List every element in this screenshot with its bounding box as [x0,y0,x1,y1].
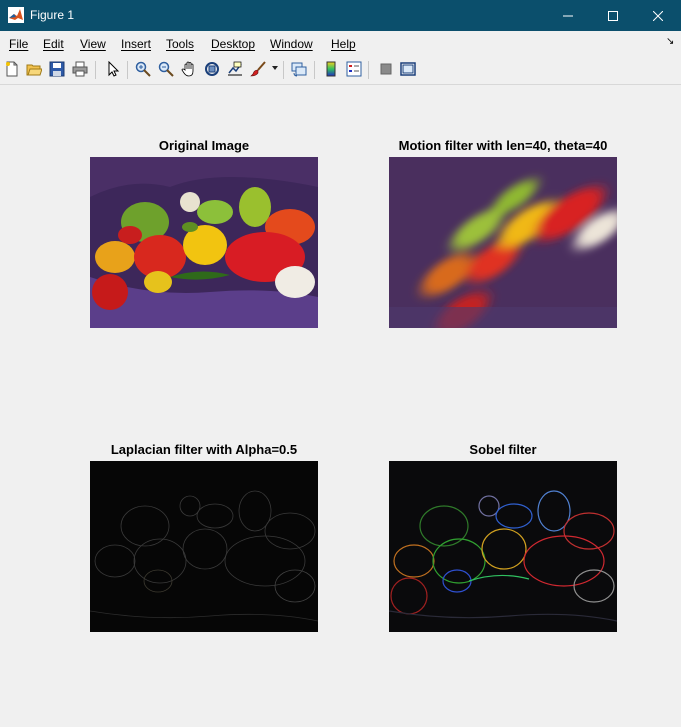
pan-icon [181,61,194,77]
title-bar: Figure 1 [0,0,681,31]
zoom-out-icon [158,61,174,77]
subplot-title-original: Original Image [158,138,250,153]
menu-tools[interactable]: Tools [166,37,194,51]
menu-help[interactable]: Help [331,37,356,51]
toolbar-separator [314,61,315,79]
brush-icon [250,61,266,77]
menu-view[interactable]: View [80,37,106,51]
data-cursor-icon [228,61,242,76]
subplot-title-motion: Motion filter with len=40, theta=40 [398,138,608,153]
data-cursor-button[interactable] [225,59,245,79]
brush-dropdown-icon[interactable] [272,66,278,70]
rotate-3d-icon [205,62,219,76]
zoom-out-button[interactable] [156,59,176,79]
show-plot-tools-button[interactable] [398,59,418,79]
brush-button[interactable] [248,59,268,79]
new-figure-icon [6,61,18,77]
hide-plot-tools-icon [380,63,392,75]
zoom-in-icon [135,61,151,77]
hide-plot-tools-button[interactable] [376,59,396,79]
toolbar-separator [283,61,284,79]
legend-button[interactable] [344,59,364,79]
subplot-title-sobel: Sobel filter [469,442,537,457]
minimize-icon [563,15,573,16]
toolbar-separator [368,61,369,79]
colorbar-icon [326,61,336,77]
menu-file[interactable]: File [9,37,28,51]
link-plot-button[interactable] [289,59,309,79]
toolbar [0,56,681,85]
legend-icon [346,61,362,77]
minimize-button[interactable] [545,0,591,31]
pan-button[interactable] [179,59,199,79]
zoom-in-button[interactable] [133,59,153,79]
image-original[interactable] [90,157,318,328]
edit-plot-button[interactable] [103,59,123,79]
menu-edit[interactable]: Edit [43,37,64,51]
rotate-3d-button[interactable] [202,59,222,79]
image-laplacian-filter[interactable] [90,461,318,632]
menu-desktop[interactable]: Desktop [211,37,255,51]
menu-window[interactable]: Window [270,37,313,51]
image-sobel-filter[interactable] [389,461,617,632]
matlab-logo-icon [8,7,24,23]
print-button[interactable] [70,59,90,79]
print-icon [72,61,88,77]
image-motion-filter[interactable] [389,157,617,328]
subplot-title-laplacian: Laplacian filter with Alpha=0.5 [110,442,298,457]
edit-plot-cursor-icon [108,61,120,77]
new-figure-button[interactable] [2,59,22,79]
close-button[interactable] [635,0,681,31]
colorbar-button[interactable] [321,59,341,79]
open-file-button[interactable] [24,59,44,79]
maximize-icon [608,10,618,21]
link-plot-icon [291,62,307,77]
maximize-button[interactable] [590,0,636,31]
close-icon [653,10,663,21]
toolbar-separator [127,61,128,79]
dock-arrow-icon[interactable]: ↘ [666,36,674,47]
open-file-icon [26,64,42,76]
toolbar-separator [95,61,96,79]
show-plot-tools-icon [400,62,416,76]
save-button[interactable] [47,59,67,79]
save-icon [49,61,65,77]
window-title: Figure 1 [30,8,75,22]
menu-insert[interactable]: Insert [121,37,151,51]
menu-bar: File Edit View Insert Tools Desktop Wind… [0,31,681,56]
